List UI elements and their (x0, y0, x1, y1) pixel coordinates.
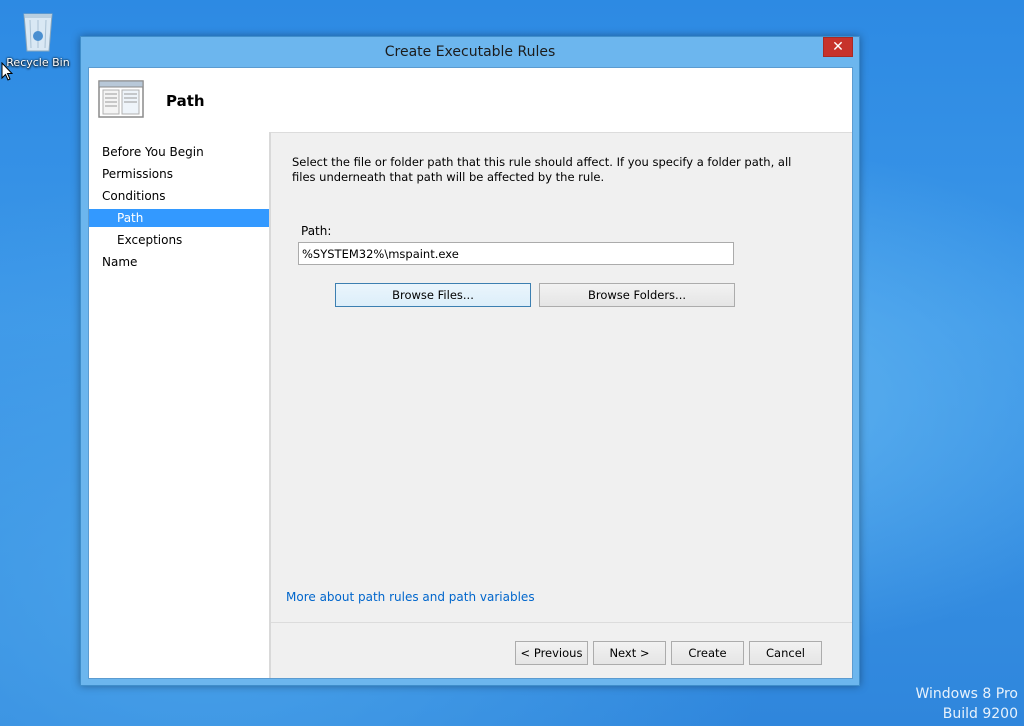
recycle-bin-desktop-icon[interactable]: Recycle Bin (6, 6, 70, 69)
watermark-edition: Windows 8 Pro (915, 686, 1018, 702)
create-executable-rules-window: Create Executable Rules ✕ Path Before Yo… (80, 36, 860, 686)
browse-folders-button[interactable]: Browse Folders... (539, 283, 735, 307)
footer-divider (271, 622, 852, 623)
wizard-step-list: Before You Begin Permissions Conditions … (89, 132, 271, 678)
wizard-content: Select the file or folder path that this… (271, 132, 852, 678)
path-input[interactable] (298, 242, 734, 265)
wizard-header: Path (89, 68, 852, 133)
recycle-bin-icon (23, 13, 53, 52)
wizard-page-icon (98, 80, 144, 118)
recycle-bin-label: Recycle Bin (6, 56, 70, 69)
next-button[interactable]: Next > (593, 641, 666, 665)
dialog-client-area: Path Before You Begin Permissions Condit… (88, 67, 853, 679)
path-rules-help-link[interactable]: More about path rules and path variables (286, 590, 535, 604)
close-button[interactable]: ✕ (823, 37, 853, 57)
cancel-button[interactable]: Cancel (749, 641, 822, 665)
previous-button[interactable]: < Previous (515, 641, 588, 665)
window-title: Create Executable Rules (384, 44, 556, 60)
step-conditions[interactable]: Conditions (89, 187, 269, 205)
step-before-you-begin[interactable]: Before You Begin (89, 143, 269, 161)
create-button[interactable]: Create (671, 641, 744, 665)
page-title: Path (166, 92, 205, 110)
windows-watermark: Windows 8 Pro Build 9200 (915, 684, 1018, 724)
path-description: Select the file or folder path that this… (292, 155, 792, 184)
close-icon: ✕ (832, 39, 844, 55)
watermark-build: Build 9200 (942, 706, 1018, 722)
step-name[interactable]: Name (89, 253, 269, 271)
step-path[interactable]: Path (89, 209, 269, 227)
path-label: Path: (301, 224, 332, 238)
step-permissions[interactable]: Permissions (89, 165, 269, 183)
title-bar[interactable]: Create Executable Rules ✕ (81, 37, 859, 67)
mouse-cursor-icon (1, 62, 13, 81)
browse-files-button[interactable]: Browse Files... (335, 283, 531, 307)
step-exceptions[interactable]: Exceptions (89, 231, 269, 249)
